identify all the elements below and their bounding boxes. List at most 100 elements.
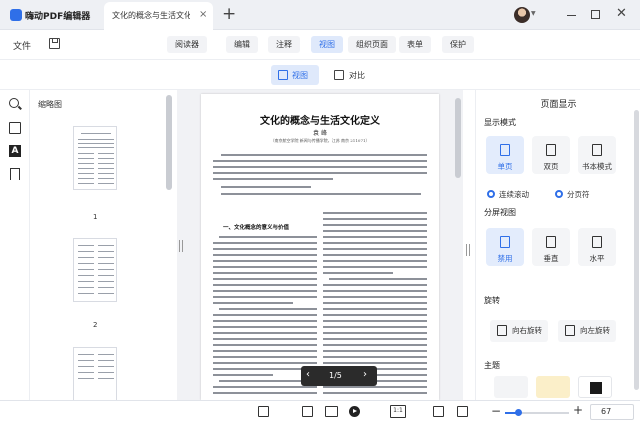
title-bar: 嗨动PDF编辑器 文化的概念与生活文化... × + ▼ ✕ [0, 0, 640, 30]
tab-view[interactable]: 视图 [311, 36, 343, 53]
document-page: 文化的概念与生活文化定义 袁 峰 （南京航空学院 新闻与传播学院，江苏 南京 2… [201, 94, 439, 400]
text-icon[interactable]: A [9, 145, 21, 157]
fit-page-icon[interactable] [433, 406, 444, 417]
file-menu[interactable]: 文件 [13, 39, 31, 52]
thumbnail-scrollbar[interactable] [166, 95, 172, 190]
minimize-icon[interactable] [567, 15, 576, 16]
tab-annotate[interactable]: 注释 [268, 36, 300, 53]
page-navigator: ‹ 1/5 › [301, 366, 377, 386]
search-icon[interactable] [9, 98, 19, 108]
thumbnail-page-number: 1 [93, 213, 98, 221]
zoom-slider-handle[interactable] [514, 409, 522, 416]
theme-dark-swatch[interactable] [578, 376, 612, 398]
previous-page-button[interactable]: ‹ [306, 369, 310, 380]
fit-width-icon[interactable] [258, 406, 269, 417]
sub-toolbar: 视图 对比 [0, 60, 640, 90]
panel-scrollbar[interactable] [634, 110, 639, 390]
view-label: 视图 [292, 71, 308, 80]
split-vertical-label: 垂直 [543, 254, 559, 263]
tab-close-icon[interactable]: × [199, 9, 207, 20]
right-panel-resize-handle[interactable] [466, 244, 470, 256]
split-horizontal-button[interactable]: 水平 [578, 228, 616, 266]
zoom-slider[interactable] [505, 409, 569, 416]
view-button[interactable]: 视图 [271, 65, 319, 85]
double-page-button[interactable]: 双页 [532, 136, 570, 174]
app-title: 嗨动PDF编辑器 [25, 12, 91, 22]
rotate-right-button[interactable]: 向右旋转 [490, 320, 548, 342]
new-tab-button[interactable]: + [222, 4, 236, 24]
rotate-left-button[interactable]: 向左旋转 [558, 320, 616, 342]
double-page-view-icon[interactable] [325, 406, 338, 417]
screenshot-icon[interactable] [457, 406, 468, 417]
thumbnail-page-3[interactable] [73, 347, 117, 400]
document-tab-title: 文化的概念与生活文化... [112, 11, 190, 20]
next-page-button[interactable]: › [363, 369, 367, 380]
document-section-heading: 一、文化概念的意义与价值 [223, 225, 290, 231]
split-vertical-button[interactable]: 垂直 [532, 228, 570, 266]
split-horizontal-label: 水平 [589, 254, 605, 263]
save-icon[interactable] [49, 38, 60, 49]
continuous-scroll-radio[interactable] [487, 190, 495, 198]
split-disabled-label: 禁用 [497, 254, 513, 263]
rotate-right-icon [497, 325, 507, 336]
close-icon[interactable]: ✕ [616, 6, 627, 21]
play-icon[interactable] [349, 406, 360, 417]
left-panel-resize-handle[interactable] [179, 240, 183, 252]
tab-edit[interactable]: 编辑 [226, 36, 258, 53]
rotate-left-icon [565, 325, 575, 336]
menu-bar: 文件 阅读器 编辑 注释 视图 组织页面 表单 保护 [0, 30, 640, 60]
bookmark-icon[interactable] [10, 168, 20, 180]
thumbnail-icon[interactable] [9, 122, 21, 134]
single-page-label: 单页 [497, 162, 513, 171]
document-author: 袁 峰 [313, 130, 327, 137]
thumbnail-page-1[interactable] [73, 126, 117, 190]
maximize-icon[interactable] [591, 10, 600, 19]
single-page-button[interactable]: 单页 [486, 136, 524, 174]
zoom-in-button[interactable]: + [573, 403, 583, 417]
continuous-scroll-label: 连续滚动 [499, 190, 529, 199]
theme-light-swatch[interactable] [494, 376, 528, 398]
view-icon [278, 70, 288, 80]
page-break-radio[interactable] [555, 190, 563, 198]
tab-reader[interactable]: 阅读器 [167, 36, 207, 53]
zoom-out-button[interactable]: − [491, 404, 501, 418]
panel-title: 页面显示 [540, 100, 577, 110]
horizontal-split-icon [592, 236, 602, 248]
thumbnail-panel: 缩略图 1 2 [31, 90, 176, 400]
tab-organize-pages[interactable]: 组织页面 [348, 36, 396, 53]
split-view-label: 分屏视图 [484, 208, 516, 217]
zoom-value-input[interactable]: 67 [590, 404, 634, 420]
rotate-label: 旋转 [484, 296, 500, 305]
page-indicator: 1/5 [329, 371, 342, 380]
compare-label: 对比 [349, 71, 365, 80]
chevron-down-icon[interactable]: ▼ [531, 10, 536, 17]
left-icon-bar: A [0, 90, 30, 400]
bottom-toolbar: 1:1 − + 67 [0, 400, 640, 423]
thumbnail-page-number: 2 [93, 321, 98, 329]
single-page-view-icon[interactable] [302, 406, 313, 417]
theme-label: 主题 [484, 361, 500, 370]
theme-sepia-swatch[interactable] [536, 376, 570, 398]
avatar[interactable] [514, 7, 530, 23]
document-scrollbar[interactable] [455, 98, 461, 178]
book-mode-label: 书本模式 [582, 162, 612, 171]
display-mode-label: 显示模式 [484, 118, 516, 127]
tab-form[interactable]: 表单 [399, 36, 431, 53]
page-break-label: 分页符 [567, 190, 590, 199]
split-disabled-button[interactable]: 禁用 [486, 228, 524, 266]
rotate-left-label: 向左旋转 [580, 326, 610, 335]
document-tab[interactable]: 文化的概念与生活文化... × [104, 2, 213, 30]
double-page-icon [546, 144, 556, 156]
book-mode-icon [592, 144, 602, 156]
thumbnail-page-2[interactable] [73, 238, 117, 302]
thumbnail-panel-title: 缩略图 [38, 100, 62, 109]
document-heading: 文化的概念与生活文化定义 [260, 116, 380, 127]
document-viewer: 文化的概念与生活文化定义 袁 峰 （南京航空学院 新闻与传播学院，江苏 南京 2… [177, 90, 463, 400]
tab-protect[interactable]: 保护 [442, 36, 474, 53]
dark-theme-icon [590, 382, 602, 394]
page-display-panel: 页面显示 显示模式 单页 双页 书本模式 连续滚动 分页符 分屏视图 禁用 垂直… [475, 90, 640, 400]
disabled-icon [500, 236, 510, 248]
compare-button[interactable]: 对比 [328, 65, 376, 85]
book-mode-button[interactable]: 书本模式 [578, 136, 616, 174]
actual-size-button[interactable]: 1:1 [390, 405, 406, 418]
